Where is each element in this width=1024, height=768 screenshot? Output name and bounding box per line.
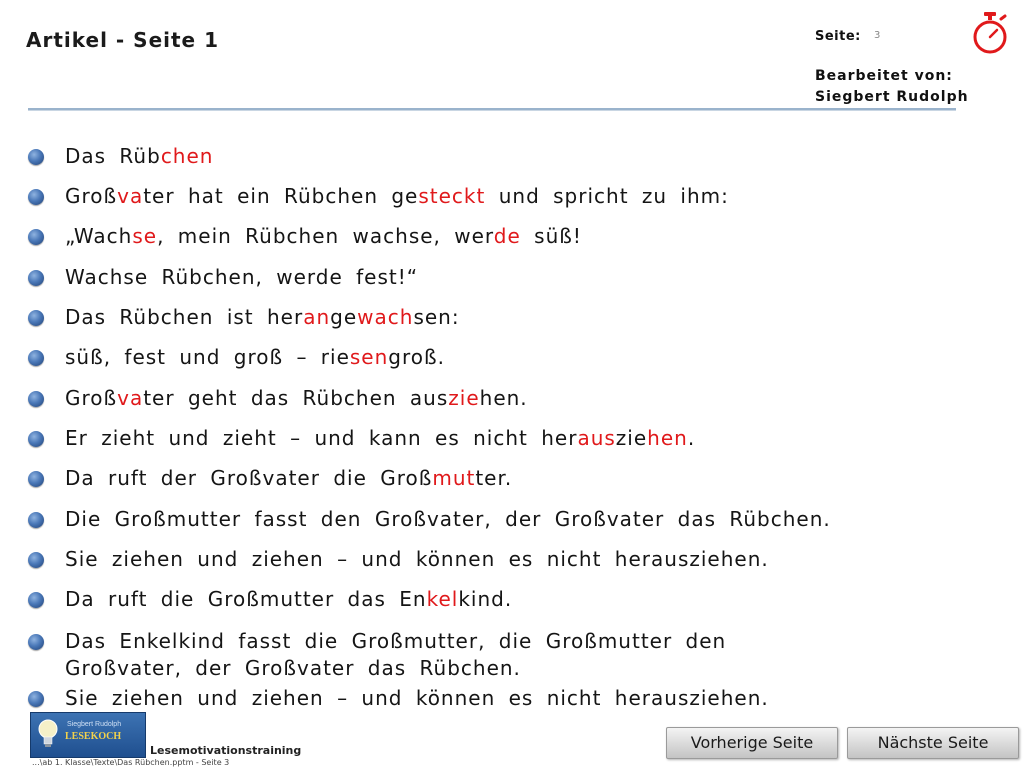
text-segment: Da ruft der Großvater die Groß	[65, 466, 433, 490]
footer-label: Lesemotivationstraining	[150, 744, 302, 757]
text-segment: Wachse Rübchen, werde fest!“	[65, 265, 419, 289]
next-page-button[interactable]: Nächste Seite	[847, 727, 1019, 759]
footer-file-path: ...\ab 1. Klasse\Texte\Das Rübchen.pptm …	[32, 758, 230, 767]
story-line-text: Wachse Rübchen, werde fest!“	[65, 264, 418, 291]
story-line-text: Das Rübchen	[65, 143, 213, 170]
story-line-text: Das Enkelkind fasst die Großmutter, die …	[65, 628, 825, 682]
circle-bullet-icon	[28, 149, 44, 165]
text-segment: Sie ziehen und ziehen – und können es ni…	[65, 547, 769, 571]
text-segment: Die Großmutter fasst den Großvater, der …	[65, 507, 831, 531]
story-line-text: Er zieht und zieht – und kann es nicht h…	[65, 425, 695, 452]
text-segment: ge	[330, 305, 358, 329]
story-line-text: „Wachse, mein Rübchen wachse, werde süß!	[65, 223, 582, 250]
lesekoch-logo: Siegbert Rudolph LESEKOCH	[30, 712, 146, 758]
text-segment: Das Rübchen ist her	[65, 305, 304, 329]
text-segment: hen.	[479, 386, 528, 410]
story-line-text: Großvater hat ein Rübchen gesteckt und s…	[65, 183, 729, 210]
story-line-text: Die Großmutter fasst den Großvater, der …	[65, 506, 831, 533]
logo-author: Siegbert Rudolph	[67, 721, 122, 728]
text-segment: süß!	[520, 224, 582, 248]
story-line-text: Großvater geht das Rübchen ausziehen.	[65, 385, 528, 412]
text-segment: Das Rüb	[65, 144, 161, 168]
text-segment: ter hat ein Rübchen ge	[143, 184, 419, 208]
highlighted-syllable: mut	[432, 466, 476, 490]
highlighted-syllable: wach	[357, 305, 414, 329]
circle-bullet-icon	[28, 691, 44, 707]
text-segment: Groß	[65, 184, 118, 208]
text-segment: groß.	[388, 345, 445, 369]
highlighted-syllable: zie	[448, 386, 480, 410]
text-segment: ter.	[475, 466, 513, 490]
highlighted-syllable: va	[117, 386, 144, 410]
circle-bullet-icon	[28, 592, 44, 608]
highlighted-syllable: hen	[647, 426, 688, 450]
text-segment: .	[687, 426, 696, 450]
story-line-text: süß, fest und groß – riesengroß.	[65, 344, 445, 371]
text-segment: , mein Rübchen wachse, wer	[157, 224, 494, 248]
story-line-text: Da ruft der Großvater die Großmutter.	[65, 465, 512, 492]
text-segment: und spricht zu ihm:	[485, 184, 729, 208]
previous-page-button[interactable]: Vorherige Seite	[666, 727, 838, 759]
lightbulb-logo-icon	[38, 719, 58, 747]
story-text: Das Rübchen Großvater hat ein Rübchen ges…	[0, 0, 1024, 768]
circle-bullet-icon	[28, 350, 44, 366]
story-line-text: Sie ziehen und ziehen – und können es ni…	[65, 546, 769, 573]
text-segment: süß, fest und groß – rie	[65, 345, 350, 369]
story-line-text: Das Rübchen ist herangewachsen:	[65, 304, 460, 331]
highlighted-syllable: sen	[349, 345, 389, 369]
highlighted-syllable: se	[132, 224, 158, 248]
text-segment: zie	[615, 426, 648, 450]
text-segment: Da ruft die Großmutter das En	[65, 587, 427, 611]
text-segment: sen:	[413, 305, 460, 329]
story-line-text: Sie ziehen und ziehen – und können es ni…	[65, 685, 769, 712]
circle-bullet-icon	[28, 634, 44, 650]
highlighted-syllable: va	[117, 184, 144, 208]
text-segment: ter geht das Rübchen aus	[143, 386, 449, 410]
text-segment: Sie ziehen und ziehen – und können es ni…	[65, 686, 769, 710]
text-segment: Das Enkelkind fasst die Großmutter, die …	[65, 629, 727, 680]
highlighted-syllable: steckt	[418, 184, 486, 208]
highlighted-syllable: de	[493, 224, 521, 248]
circle-bullet-icon	[28, 552, 44, 568]
circle-bullet-icon	[28, 512, 44, 528]
circle-bullet-icon	[28, 189, 44, 205]
circle-bullet-icon	[28, 270, 44, 286]
circle-bullet-icon	[28, 229, 44, 245]
highlighted-syllable: kel	[426, 587, 459, 611]
circle-bullet-icon	[28, 431, 44, 447]
text-segment: Er zieht und zieht – und kann es nicht h…	[65, 426, 578, 450]
circle-bullet-icon	[28, 391, 44, 407]
highlighted-syllable: chen	[160, 144, 214, 168]
story-line-text: Da ruft die Großmutter das Enkelkind.	[65, 586, 512, 613]
logo-brand: LESEKOCH	[65, 731, 122, 742]
highlighted-syllable: an	[303, 305, 331, 329]
text-segment: „Wach	[65, 224, 133, 248]
circle-bullet-icon	[28, 310, 44, 326]
text-segment: kind.	[458, 587, 513, 611]
circle-bullet-icon	[28, 471, 44, 487]
text-segment: Groß	[65, 386, 118, 410]
highlighted-syllable: aus	[577, 426, 616, 450]
